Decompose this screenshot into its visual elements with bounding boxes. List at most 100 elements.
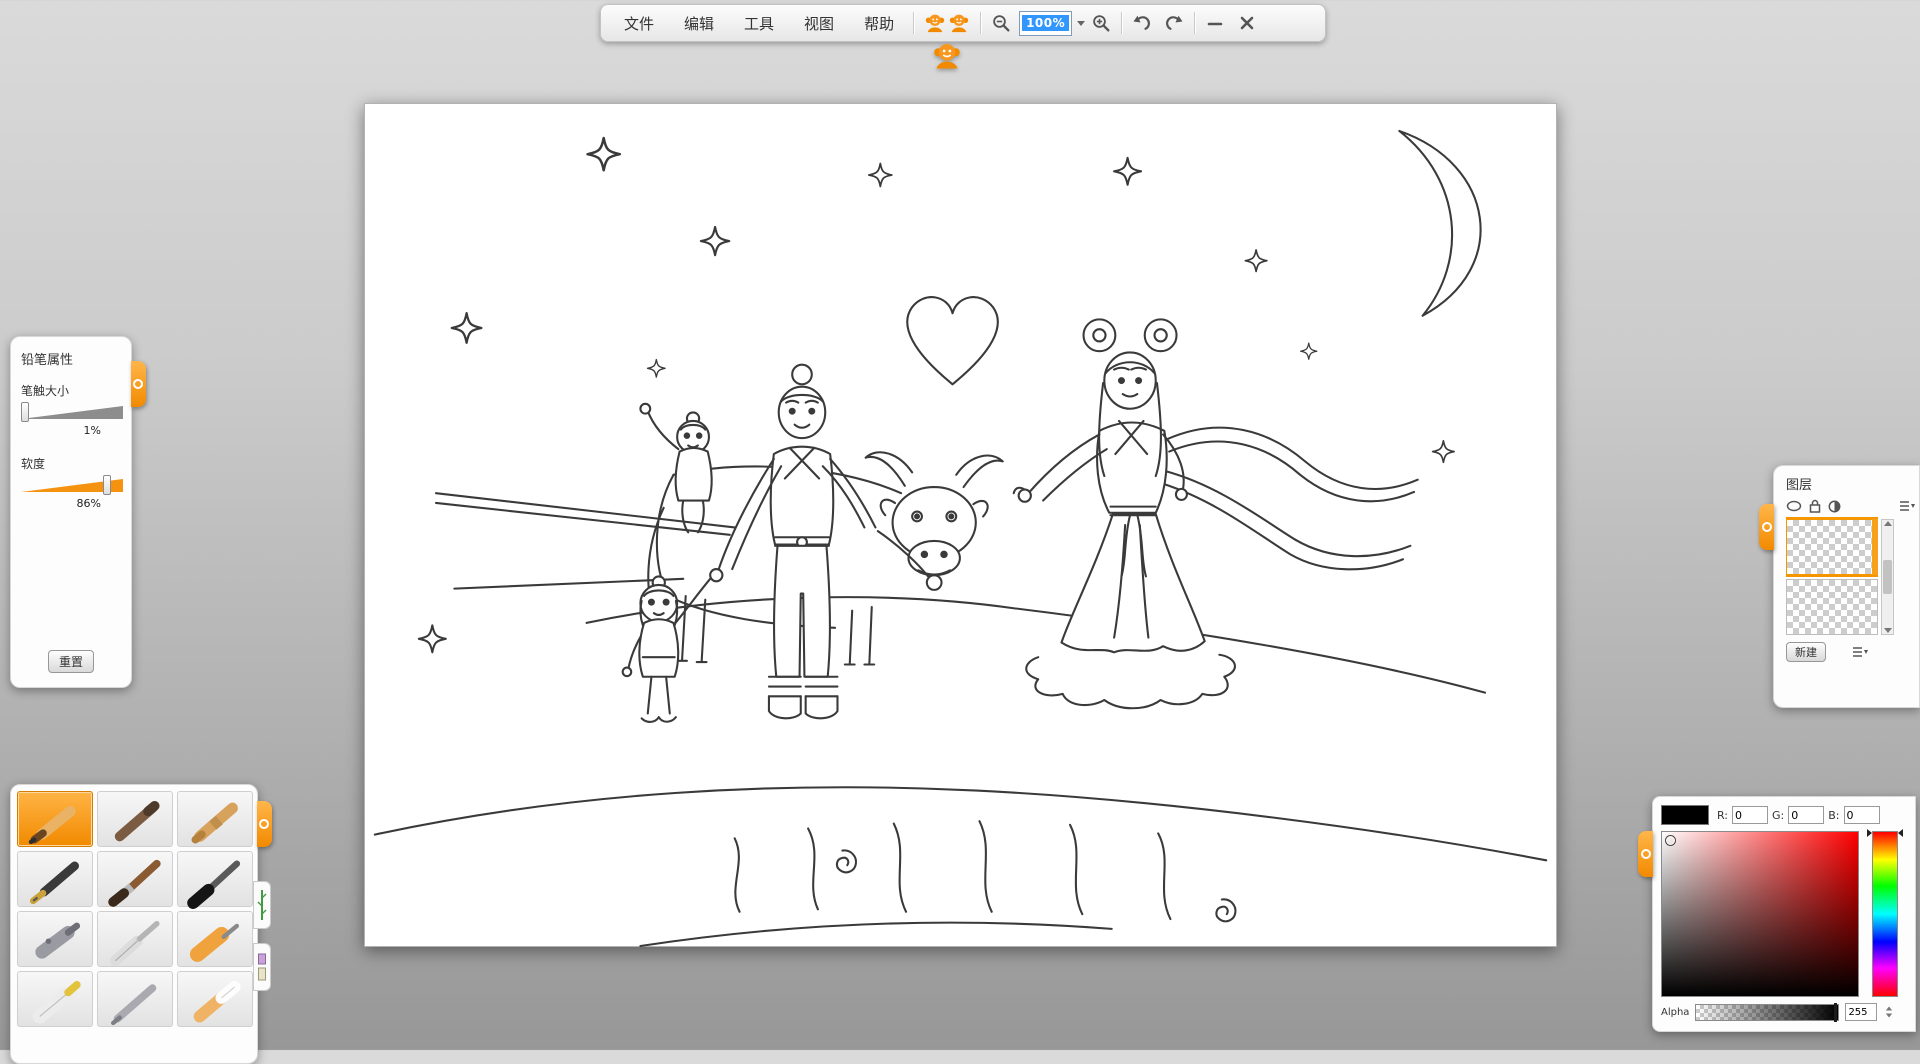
pencil-icon xyxy=(23,795,87,843)
green-input[interactable] xyxy=(1788,806,1824,824)
airbrush-icon xyxy=(23,915,87,963)
scroll-thumb[interactable] xyxy=(1883,560,1892,594)
pastel-icon xyxy=(183,975,247,1023)
sv-picker-indicator[interactable] xyxy=(1665,835,1676,846)
blue-label: B: xyxy=(1828,809,1839,822)
crayon-icon xyxy=(183,795,247,843)
tool-paint-brush[interactable] xyxy=(97,851,173,907)
toolbar-divider xyxy=(1121,12,1122,34)
layer-item-2[interactable] xyxy=(1786,579,1878,635)
paint-brush-icon xyxy=(103,855,167,903)
menu-edit[interactable]: 编辑 xyxy=(669,7,729,40)
close-icon xyxy=(1238,14,1256,32)
redo-arrow-icon xyxy=(1163,12,1185,34)
brush-size-slider[interactable] xyxy=(21,403,123,421)
alpha-handle[interactable] xyxy=(1834,1003,1837,1022)
tool-paint-tube[interactable] xyxy=(17,971,93,1027)
toolbar-grip[interactable] xyxy=(918,12,976,34)
zoom-level-input[interactable]: 100% xyxy=(1019,11,1072,36)
red-input[interactable] xyxy=(1732,806,1768,824)
visibility-icon[interactable] xyxy=(1786,500,1802,512)
new-layer-button[interactable]: 新建 xyxy=(1786,642,1826,662)
scroll-down-icon[interactable] xyxy=(1884,628,1892,633)
layers-panel-grip[interactable] xyxy=(1759,504,1774,550)
stamp-icon xyxy=(257,952,267,982)
alpha-slider[interactable] xyxy=(1695,1004,1839,1021)
zoom-dropdown-arrow-icon[interactable] xyxy=(1077,21,1085,26)
hue-marker-left-icon[interactable] xyxy=(1867,829,1872,837)
color-picker-panel: R: G: B: Alpha xyxy=(1652,796,1916,1032)
alpha-input[interactable] xyxy=(1845,1003,1877,1021)
layer-options-icon[interactable] xyxy=(1852,646,1868,658)
undo-arrow-icon xyxy=(1131,12,1153,34)
softness-slider[interactable] xyxy=(21,476,123,494)
layer-item-1[interactable] xyxy=(1786,519,1878,575)
pencil-panel-title: 铅笔属性 xyxy=(21,349,121,368)
green-label: G: xyxy=(1772,809,1784,822)
softness-handle[interactable] xyxy=(103,475,111,495)
close-button[interactable] xyxy=(1231,8,1263,38)
layers-panel: 图层 新建 xyxy=(1773,465,1920,708)
pencil-panel-grip[interactable] xyxy=(131,361,146,407)
tool-palette-side-button-2[interactable] xyxy=(253,943,271,991)
brush-size-label: 笔触大小 xyxy=(21,382,121,399)
menu-view[interactable]: 视图 xyxy=(789,7,849,40)
tool-paint-roller[interactable] xyxy=(177,911,253,967)
magnifier-plus-icon xyxy=(1091,13,1111,33)
saturation-value-gradient[interactable] xyxy=(1661,831,1859,997)
tool-charcoal[interactable] xyxy=(97,791,173,847)
tool-ink-brush[interactable] xyxy=(177,851,253,907)
spinner-up-icon[interactable] xyxy=(1886,1007,1892,1011)
alpha-label: Alpha xyxy=(1661,1007,1689,1018)
menu-help[interactable]: 帮助 xyxy=(849,7,909,40)
layers-scrollbar[interactable] xyxy=(1881,519,1894,635)
blend-contrast-icon[interactable] xyxy=(1828,500,1841,513)
tool-pencil[interactable] xyxy=(17,791,93,847)
redo-button[interactable] xyxy=(1158,8,1190,38)
alpha-spinner[interactable] xyxy=(1885,1006,1893,1018)
zoom-in-button[interactable] xyxy=(1085,8,1117,38)
toolbar-divider xyxy=(913,12,914,34)
hue-slider[interactable] xyxy=(1872,831,1898,997)
tool-palette-side-button-1[interactable] xyxy=(253,881,271,929)
tool-fountain-pen[interactable] xyxy=(17,851,93,907)
brush-size-handle[interactable] xyxy=(21,402,29,422)
toolbar-divider xyxy=(980,12,981,34)
tool-pastel[interactable] xyxy=(177,971,253,1027)
app-logo-badge-icon[interactable] xyxy=(932,41,962,71)
tool-palette-knife[interactable] xyxy=(97,911,173,967)
brush-size-wedge xyxy=(21,403,123,421)
canvas-artwork xyxy=(365,104,1556,946)
layers-panel-title: 图层 xyxy=(1786,474,1915,493)
menu-tools[interactable]: 工具 xyxy=(729,7,789,40)
hue-marker-right-icon[interactable] xyxy=(1898,829,1903,837)
layer-list xyxy=(1786,519,1915,635)
main-toolbar: 文件 编辑 工具 视图 帮助 xyxy=(600,4,1326,42)
spinner-down-icon[interactable] xyxy=(1886,1014,1892,1018)
undo-button[interactable] xyxy=(1126,8,1158,38)
color-panel-grip[interactable] xyxy=(1638,831,1653,877)
menu-file[interactable]: 文件 xyxy=(609,7,669,40)
tool-palette-panel xyxy=(10,784,258,1064)
charcoal-icon xyxy=(103,795,167,843)
bamboo-icon xyxy=(257,888,267,922)
zoom-level-value: 100% xyxy=(1022,15,1069,31)
ink-brush-icon xyxy=(183,855,247,903)
tool-palette-grip[interactable] xyxy=(257,801,272,847)
blue-input[interactable] xyxy=(1844,806,1880,824)
tool-airbrush[interactable] xyxy=(17,911,93,967)
scroll-up-icon[interactable] xyxy=(1884,521,1892,526)
drawing-canvas[interactable] xyxy=(364,103,1557,947)
current-color-swatch[interactable] xyxy=(1661,805,1709,825)
tool-quill[interactable] xyxy=(97,971,173,1027)
tool-crayon[interactable] xyxy=(177,791,253,847)
pencil-properties-panel: 铅笔属性 笔触大小 1% 软度 86% 重置 xyxy=(10,336,132,688)
minimize-button[interactable] xyxy=(1199,8,1231,38)
app-buddy-icon xyxy=(924,12,946,34)
magnifier-minus-icon xyxy=(991,13,1011,33)
layers-menu-icon[interactable] xyxy=(1899,500,1915,512)
quill-icon xyxy=(103,975,167,1023)
lock-icon[interactable] xyxy=(1809,499,1821,513)
reset-button[interactable]: 重置 xyxy=(48,650,94,673)
zoom-out-button[interactable] xyxy=(985,8,1017,38)
